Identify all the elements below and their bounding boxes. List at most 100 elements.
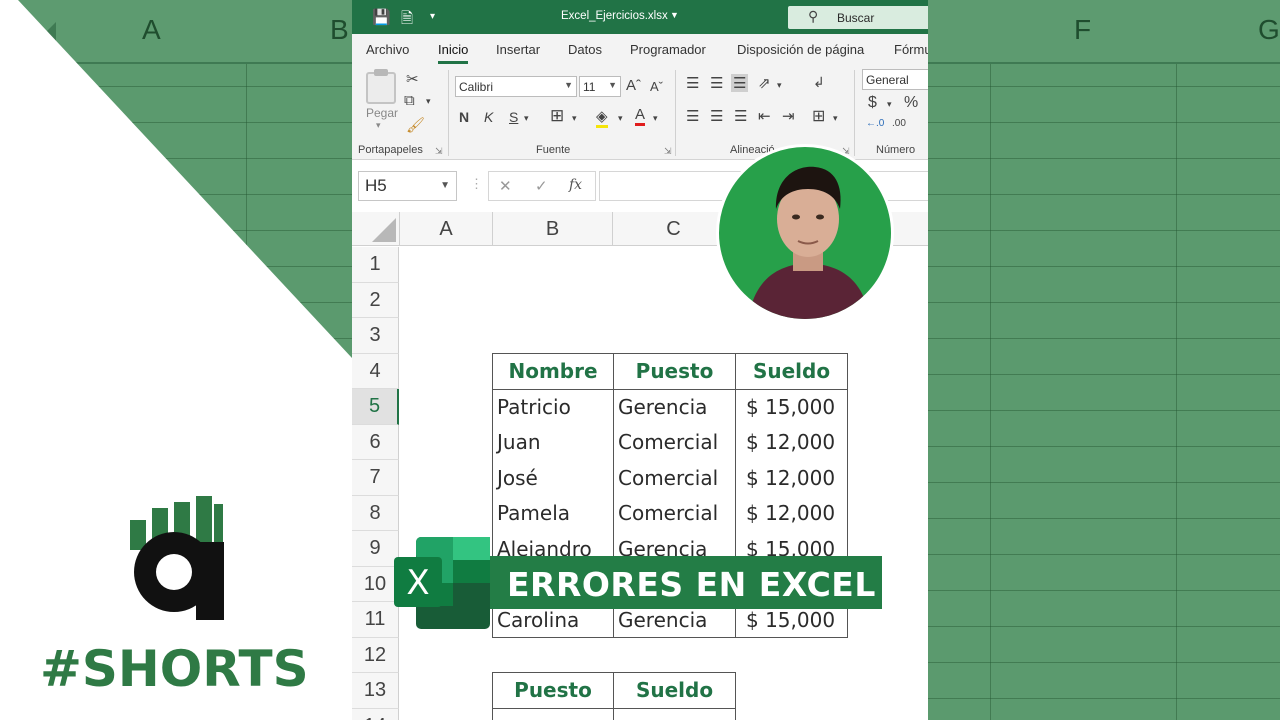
row-header-8[interactable]: 8 [352,495,399,531]
customize-toolbar-icon[interactable]: ▾ [430,11,435,22]
cell-sueldo[interactable]: $ 15,000 [735,389,848,425]
grow-font-icon[interactable]: Aˆ [626,77,641,94]
align-right-icon[interactable]: ☰ [734,107,747,125]
tab-formulas[interactable]: Fórmu [894,42,928,57]
background-column-b: B [330,14,349,45]
name-box[interactable]: H5 ▼ [358,171,457,201]
column-header-b[interactable]: B [493,212,613,246]
underline-button[interactable]: S [509,109,518,125]
bold-button[interactable]: N [459,109,469,125]
decrease-indent-icon[interactable]: ⇤ [758,107,771,125]
decrease-decimal-icon[interactable]: ←.0 [866,118,884,129]
file-name[interactable]: Excel_Ejercicios.xlsx [561,10,668,22]
cell-nombre[interactable]: Pamela [492,495,614,531]
enter-icon[interactable]: ✓ [535,177,548,195]
font-launcher-icon[interactable]: ⇲ [664,146,672,157]
borders-icon[interactable]: ⊞ [550,106,564,126]
italic-button[interactable]: K [484,109,493,125]
cell-puesto[interactable]: Comercial [613,495,736,531]
paste-chevron-icon[interactable]: ▾ [376,120,381,131]
tab-insertar[interactable]: Insertar [496,42,540,57]
merge-center-icon[interactable]: ⊞ [812,106,825,126]
font-name-dropdown[interactable]: Calibri ▼ [455,76,577,97]
number-format-dropdown[interactable]: General [862,69,928,90]
orientation-chevron-icon[interactable]: ▾ [777,80,782,91]
cell-nombre[interactable]: Juan [492,424,614,460]
cell-sueldo[interactable]: $ 12,000 [735,460,848,496]
align-left-icon[interactable]: ☰ [686,107,699,125]
cell-sueldo[interactable]: $ 12,000 [735,424,848,460]
paste-label[interactable]: Pegar [366,106,398,120]
clipboard-launcher-icon[interactable]: ⇲ [435,146,443,157]
cell-puesto[interactable]: Comercial [613,424,736,460]
new-file-icon[interactable]: 🗎 [401,8,413,33]
copy-icon[interactable]: ⧉ [404,92,415,109]
cell-sueldo[interactable] [613,708,736,720]
tab-inicio[interactable]: Inicio [438,42,469,64]
currency-chevron-icon[interactable]: ▾ [887,99,892,110]
row-header-12[interactable]: 12 [352,637,399,673]
merge-chevron-icon[interactable]: ▾ [833,113,838,124]
borders-chevron-icon[interactable]: ▾ [572,113,577,124]
tab-programador[interactable]: Programador [630,42,706,57]
cell-nombre[interactable]: Patricio [492,389,614,425]
save-icon[interactable]: 💾 [372,8,391,26]
header-sueldo[interactable]: Sueldo [735,353,848,390]
chevron-down-icon[interactable]: ▼ [670,10,679,20]
cut-icon[interactable]: ✂ [406,70,419,88]
cell-puesto[interactable]: Gerencia [613,389,736,425]
search-box[interactable]: ⚲ Buscar [788,6,928,29]
select-all-corner[interactable] [352,212,400,246]
font-color-chevron-icon[interactable]: ▾ [653,113,658,124]
align-top-icon[interactable]: ☰ [686,74,699,92]
copy-chevron-icon[interactable]: ▾ [426,96,431,107]
row-header-10[interactable]: 10 [352,566,399,602]
increase-decimal-icon[interactable]: .00 [892,118,906,129]
row-header-5[interactable]: 5 [352,389,399,425]
header-sueldo[interactable]: Sueldo [613,672,736,709]
align-bottom-icon[interactable]: ☰ [731,74,749,92]
insert-function-icon[interactable]: fx [569,177,582,193]
cell-puesto[interactable]: Comercial [613,460,736,496]
currency-button[interactable]: $ [868,94,877,112]
row-header-3[interactable]: 3 [352,318,399,354]
tab-datos[interactable]: Datos [568,42,602,57]
header-puesto[interactable]: Puesto [492,672,614,709]
font-color-icon[interactable]: A [635,106,646,126]
row-header-13[interactable]: 13 [352,673,399,709]
header-nombre[interactable]: Nombre [492,353,614,390]
cancel-icon[interactable]: ✕ [499,177,512,195]
row-header-6[interactable]: 6 [352,424,399,460]
percent-button[interactable]: % [904,94,918,112]
paste-icon[interactable] [366,69,396,104]
underline-chevron-icon[interactable]: ▾ [524,113,529,124]
cell-puesto[interactable] [492,708,614,720]
tab-archivo[interactable]: Archivo [366,42,409,57]
row-header-11[interactable]: 11 [352,602,399,638]
increase-indent-icon[interactable]: ⇥ [782,107,795,125]
ribbon-separator [854,70,855,156]
presenter-avatar [716,144,894,322]
align-middle-icon[interactable]: ☰ [710,74,723,92]
format-painter-icon[interactable]: 🖌 [406,116,425,134]
row-header-9[interactable]: 9 [352,531,399,567]
cell-nombre[interactable]: José [492,460,614,496]
column-header-a[interactable]: A [400,212,493,246]
row-header-1[interactable]: 1 [352,247,399,283]
fill-color-icon[interactable]: ◈ [596,107,608,128]
row-header-4[interactable]: 4 [352,353,399,389]
header-puesto[interactable]: Puesto [613,353,736,390]
tab-disposicion[interactable]: Disposición de página [737,42,864,57]
align-center-icon[interactable]: ☰ [710,107,723,125]
wrap-text-icon[interactable]: ↲ [813,74,825,91]
row-header-2[interactable]: 2 [352,282,399,318]
orientation-icon[interactable]: ⇗ [758,74,771,92]
row-header-7[interactable]: 7 [352,460,399,496]
search-icon: ⚲ [808,8,819,24]
font-size-dropdown[interactable]: 11 ▼ [579,76,621,97]
row-header-14[interactable]: 14 [352,708,399,720]
shrink-font-icon[interactable]: Aˇ [650,79,663,94]
fill-color-chevron-icon[interactable]: ▾ [618,113,623,124]
table-row: José Comercial $ 12,000 [492,460,848,496]
cell-sueldo[interactable]: $ 12,000 [735,495,848,531]
